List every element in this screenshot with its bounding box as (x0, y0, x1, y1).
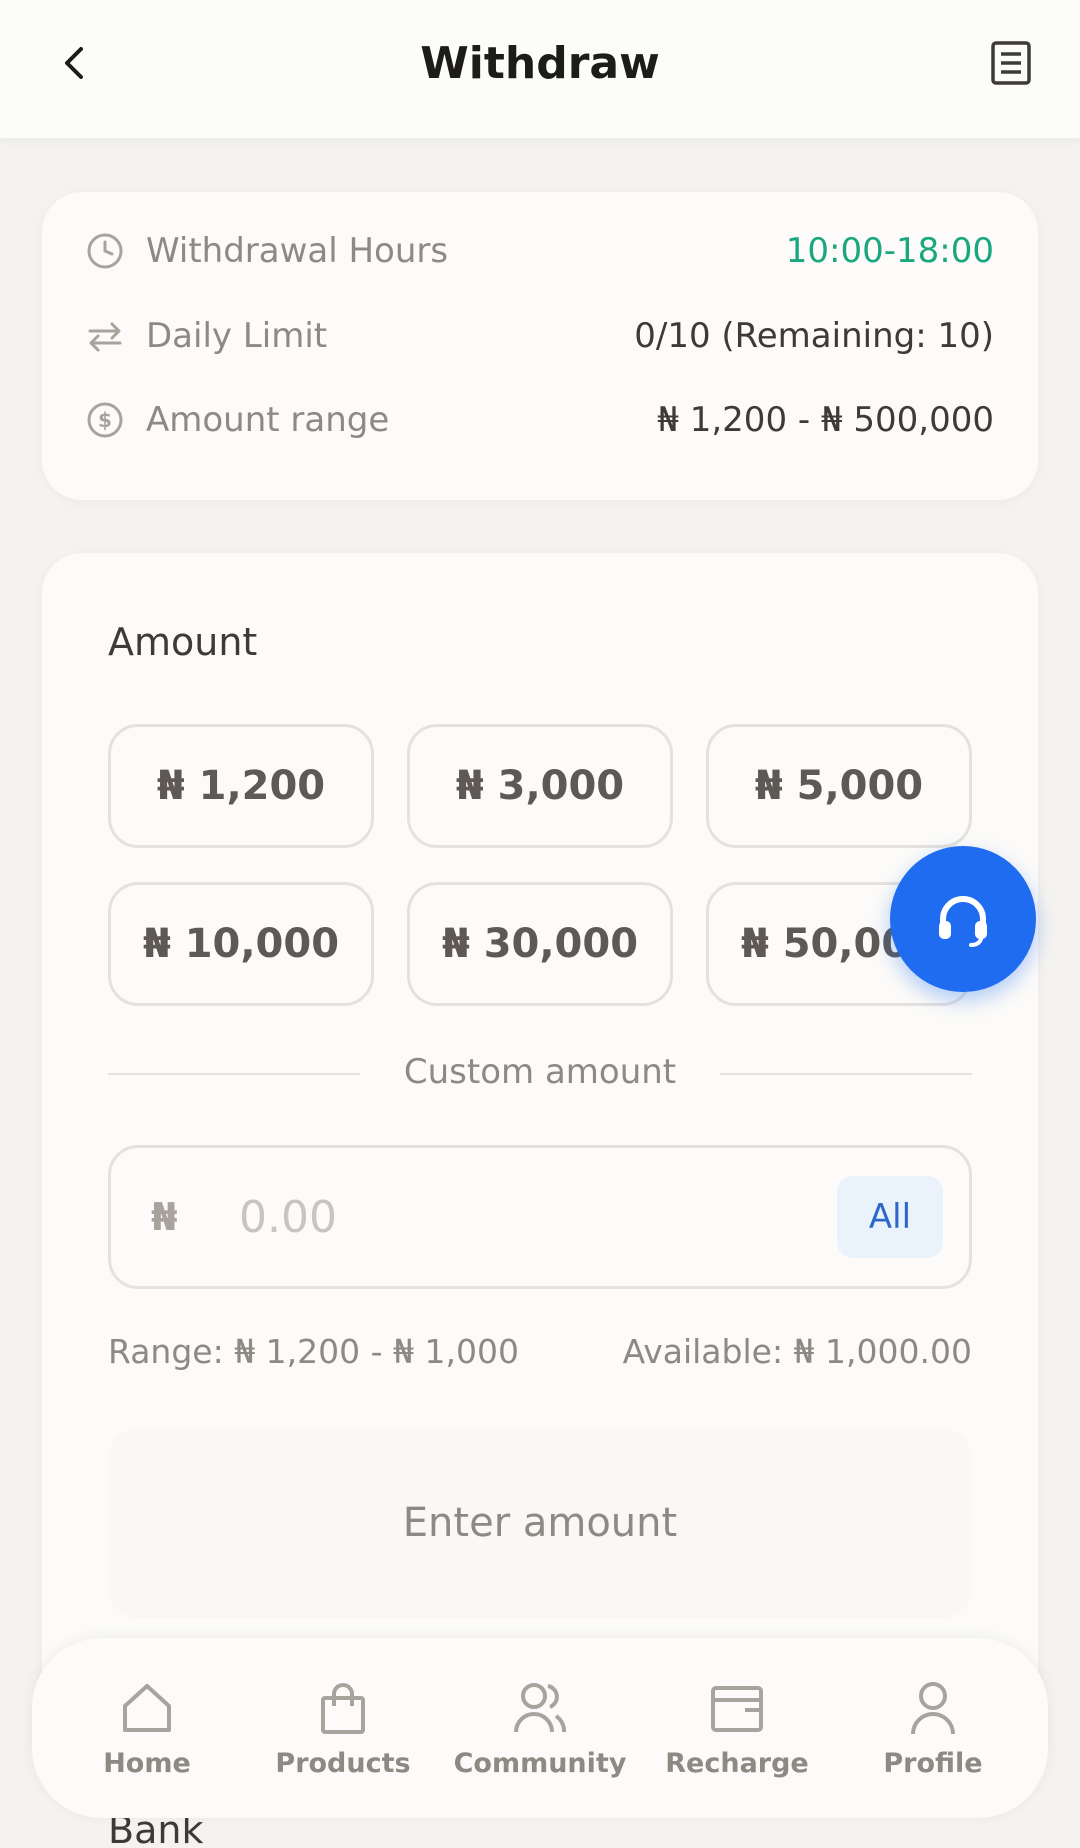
amount-range-row: $ Amount range ₦ 1,200 - ₦ 500,000 (86, 390, 994, 450)
bottom-navigation: Home Products Community Recharge Profile (32, 1638, 1048, 1818)
daily-limit-value: 0/10 (Remaining: 10) (634, 316, 994, 356)
amount-range-label: Amount range (146, 400, 390, 440)
shopping-bag-icon (321, 1682, 365, 1734)
amount-section-label: Amount (108, 620, 258, 664)
daily-limit-label: Daily Limit (146, 316, 328, 356)
preset-amount-3000[interactable]: ₦ 3,000 (407, 724, 673, 848)
dollar-coin-icon: $ (87, 402, 123, 438)
users-icon (514, 1682, 567, 1732)
withdraw-info-card: Withdrawal Hours 10:00-18:00 Daily Limit… (42, 192, 1038, 500)
header-bar: Withdraw (0, 0, 1080, 138)
available-balance: Available: ₦ 1,000.00 (622, 1332, 972, 1371)
divider-right (720, 1073, 972, 1075)
user-icon (911, 1681, 955, 1734)
daily-limit-row: Daily Limit 0/10 (Remaining: 10) (86, 306, 994, 366)
nav-label-home: Home (103, 1747, 191, 1779)
withdraw-record-button[interactable] (978, 30, 1044, 96)
custom-amount-input[interactable] (239, 1172, 799, 1262)
range-hint: Range: ₦ 1,200 - ₦ 1,000 (108, 1332, 520, 1371)
nav-item-recharge[interactable]: Recharge (642, 1638, 832, 1818)
nav-label-profile: Profile (883, 1747, 983, 1779)
amount-range-value: ₦ 1,200 - ₦ 500,000 (657, 400, 994, 440)
customer-support-button[interactable] (890, 846, 1036, 992)
nav-label-products: Products (275, 1747, 411, 1779)
preset-amount-1200[interactable]: ₦ 1,200 (108, 724, 374, 848)
svg-text:$: $ (98, 408, 112, 432)
chevron-left-icon (65, 47, 83, 79)
home-icon (123, 1683, 171, 1732)
withdrawal-hours-value: 10:00-18:00 (785, 231, 994, 271)
preset-amount-10000[interactable]: ₦ 10,000 (108, 882, 374, 1006)
withdrawal-hours-row: Withdrawal Hours 10:00-18:00 (86, 221, 994, 281)
preset-amount-5000[interactable]: ₦ 5,000 (706, 724, 972, 848)
clock-icon (87, 233, 123, 269)
preset-amount-30000[interactable]: ₦ 30,000 (407, 882, 673, 1006)
wallet-icon (711, 1685, 763, 1732)
nav-label-recharge: Recharge (665, 1747, 809, 1779)
nav-item-profile[interactable]: Profile (838, 1638, 1028, 1818)
custom-amount-field: ₦ All (108, 1145, 972, 1289)
nav-label-community: Community (453, 1747, 627, 1779)
withdrawal-hours-label: Withdrawal Hours (146, 231, 449, 271)
back-button[interactable] (48, 30, 100, 96)
headset-icon (939, 896, 987, 947)
document-list-icon (991, 41, 1031, 85)
repeat-icon (88, 322, 122, 352)
nav-item-community[interactable]: Community (445, 1638, 635, 1818)
custom-amount-label: Custom amount (403, 1052, 677, 1092)
nav-item-products[interactable]: Products (248, 1638, 438, 1818)
page-title: Withdraw (420, 37, 660, 89)
all-amount-button[interactable]: All (837, 1176, 943, 1258)
nav-item-home[interactable]: Home (52, 1638, 242, 1818)
submit-withdraw-button[interactable]: Enter amount (108, 1428, 972, 1618)
currency-symbol: ₦ (151, 1195, 178, 1239)
